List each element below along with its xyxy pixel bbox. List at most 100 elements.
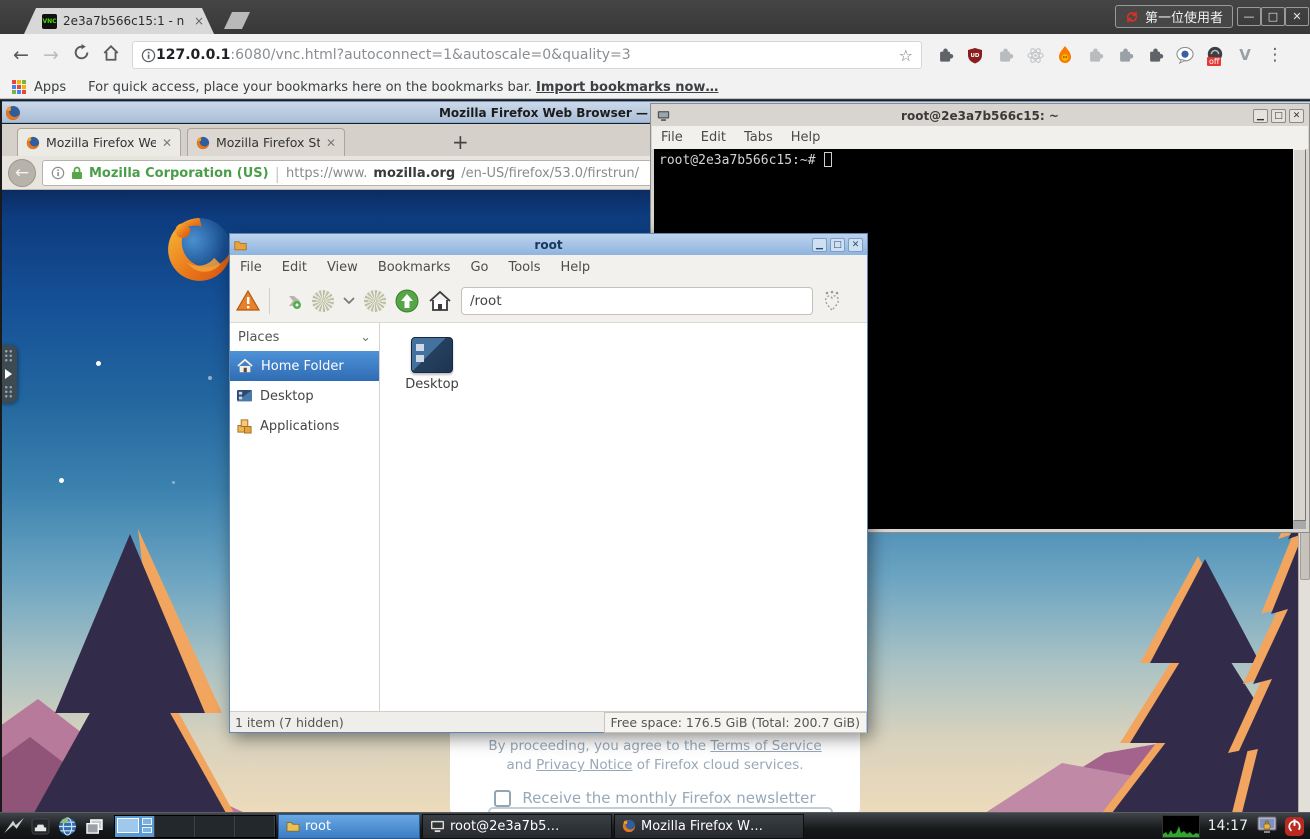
desktop-folder-icon [411, 337, 453, 373]
chrome-address-bar[interactable]: 127.0.0.1:6080/vnc.html?autoconnect=1&au… [132, 41, 922, 69]
extension-atom-icon[interactable] [1020, 41, 1050, 69]
new-tab-icon[interactable] [279, 292, 303, 310]
extension-recorder-off-icon[interactable]: off [1200, 41, 1230, 69]
page-info-icon[interactable] [51, 166, 65, 180]
chrome-new-tab-button[interactable] [224, 12, 250, 29]
pager-desktop-4[interactable] [235, 816, 275, 837]
pager-desktop-3[interactable] [195, 816, 235, 837]
new-window-warning-icon[interactable] [236, 290, 260, 311]
home-icon[interactable] [96, 44, 126, 67]
firefox-tab-1[interactable]: Mozilla Firefox Web Bro ✕ [17, 128, 181, 156]
novnc-control-handle[interactable] [0, 345, 17, 403]
tab-close-icon[interactable]: ✕ [162, 136, 172, 150]
newsletter-checkbox[interactable] [494, 790, 511, 807]
privacy-notice-link[interactable]: Privacy Notice [536, 757, 632, 773]
fm-menu-tools[interactable]: Tools [498, 260, 550, 275]
pager-desktop-1[interactable] [115, 816, 155, 837]
place-label: Applications [260, 419, 339, 434]
taskbar-button-root[interactable]: root [278, 814, 420, 839]
extension-puzzle2-icon[interactable] [1080, 41, 1110, 69]
chrome-user-badge[interactable]: 第一位使用者 [1115, 5, 1233, 28]
extension-puzzle-icon[interactable] [930, 41, 960, 69]
terminal-maximize-button[interactable]: □ [1271, 109, 1286, 123]
extension-chat-icon[interactable] [1170, 41, 1200, 69]
sidebar-item-home-folder[interactable]: Home Folder [230, 351, 379, 381]
sidebar-item-desktop[interactable]: Desktop [230, 381, 379, 411]
extension-flame-icon[interactable] [1050, 41, 1080, 69]
file-item-desktop[interactable]: Desktop [392, 337, 472, 392]
screen-lock-icon[interactable] [1256, 816, 1278, 836]
terminal-menu-file[interactable]: File [652, 130, 692, 145]
terminal-close-button[interactable]: ✕ [1289, 109, 1304, 123]
off-badge: off [1207, 57, 1221, 66]
go-back-icon[interactable] [312, 290, 334, 312]
file-manager-launcher[interactable] [27, 814, 54, 839]
extension-puzzle4-icon[interactable] [1140, 41, 1170, 69]
terminal-titlebar[interactable]: root@2e3a7b566c15: ~ ▁ □ ✕ [652, 105, 1308, 126]
sidebar-item-applications[interactable]: Applications [230, 411, 379, 441]
power-button-icon[interactable] [1284, 816, 1305, 837]
fm-menu-edit[interactable]: Edit [272, 260, 317, 275]
fm-menu-file[interactable]: File [230, 260, 272, 275]
terminal-minimize-button[interactable]: ▁ [1253, 109, 1268, 123]
extension-shield-icon[interactable]: UD [960, 41, 990, 69]
goto-location-icon[interactable] [822, 290, 842, 312]
fm-maximize-button[interactable]: □ [830, 238, 845, 252]
taskbar-button-firefox[interactable]: Mozilla Firefox W… [614, 814, 804, 839]
fm-menu-view[interactable]: View [317, 260, 368, 275]
go-forward-icon[interactable] [364, 290, 386, 312]
fm-menu-help[interactable]: Help [551, 260, 601, 275]
chrome-maximize-button[interactable]: □ [1261, 7, 1285, 26]
firefox-back-button[interactable]: ← [8, 159, 36, 187]
pager-desktop-2[interactable] [155, 816, 195, 837]
taskbar-button-terminal[interactable]: root@2e3a7b5… [422, 814, 612, 839]
places-header[interactable]: Places ⌄ [230, 323, 379, 351]
reload-icon[interactable] [66, 44, 96, 66]
folder-icon [286, 820, 300, 832]
fm-menu-go[interactable]: Go [460, 260, 498, 275]
extension-vimium-icon[interactable]: V [1230, 41, 1260, 69]
chrome-titlebar[interactable]: VNC 2e3a7b566c15:1 - n × 第一位使用者 — □ ✕ [0, 0, 1310, 34]
terminal-menu-help[interactable]: Help [782, 130, 830, 145]
terminal-menu-edit[interactable]: Edit [692, 130, 735, 145]
fm-menu-bookmarks[interactable]: Bookmarks [368, 260, 461, 275]
firefox-new-tab-icon[interactable]: + [452, 132, 469, 152]
urlbar-separator: | [275, 164, 280, 183]
lxde-menu-button[interactable] [0, 814, 27, 839]
import-bookmarks-link[interactable]: Import bookmarks now… [536, 80, 718, 95]
fm-close-button[interactable]: ✕ [848, 238, 863, 252]
home-icon[interactable] [428, 290, 452, 312]
chrome-tab[interactable]: VNC 2e3a7b566c15:1 - n × [24, 8, 214, 34]
terms-of-service-link[interactable]: Terms of Service [710, 738, 821, 754]
terminal-menu-tabs[interactable]: Tabs [735, 130, 782, 145]
apps-label[interactable]: Apps [34, 80, 66, 95]
chrome-minimize-button[interactable]: — [1237, 7, 1261, 26]
terminal-scrollbar[interactable] [1293, 149, 1306, 529]
page-info-icon[interactable] [141, 48, 156, 63]
extension-puzzle-disabled-icon[interactable] [990, 41, 1020, 69]
go-up-icon[interactable] [395, 289, 419, 313]
forward-icon[interactable]: → [36, 44, 66, 66]
bookmark-star-icon[interactable]: ☆ [899, 46, 913, 65]
extension-puzzle3-icon[interactable] [1110, 41, 1140, 69]
chevron-down-icon[interactable] [343, 297, 355, 305]
agreement-part2: and [506, 757, 536, 773]
path-input[interactable] [461, 287, 813, 315]
vnc-canvas-edge [0, 100, 2, 812]
iconify-windows-button[interactable] [81, 814, 108, 839]
clock[interactable]: 14:17 [1208, 818, 1248, 834]
firefox-tab-2[interactable]: Mozilla Firefox Start Pag ✕ [187, 128, 345, 156]
tab-close-icon[interactable]: × [194, 14, 204, 28]
file-list-area[interactable]: Desktop [380, 323, 867, 711]
chevron-down-icon[interactable]: ⌄ [360, 330, 371, 345]
chrome-menu-icon[interactable]: ⋮ [1260, 41, 1290, 69]
web-browser-launcher[interactable] [54, 814, 81, 839]
chrome-close-button[interactable]: ✕ [1285, 7, 1309, 26]
file-manager-titlebar[interactable]: root ▁ □ ✕ [230, 234, 867, 255]
scrollbar-thumb[interactable] [1293, 149, 1306, 521]
back-icon[interactable]: ← [6, 44, 36, 66]
tab-close-icon[interactable]: ✕ [326, 136, 336, 150]
site-identity-label[interactable]: Mozilla Corporation (US) [89, 166, 269, 181]
apps-grid-icon[interactable] [12, 80, 26, 94]
fm-minimize-button[interactable]: ▁ [812, 238, 827, 252]
